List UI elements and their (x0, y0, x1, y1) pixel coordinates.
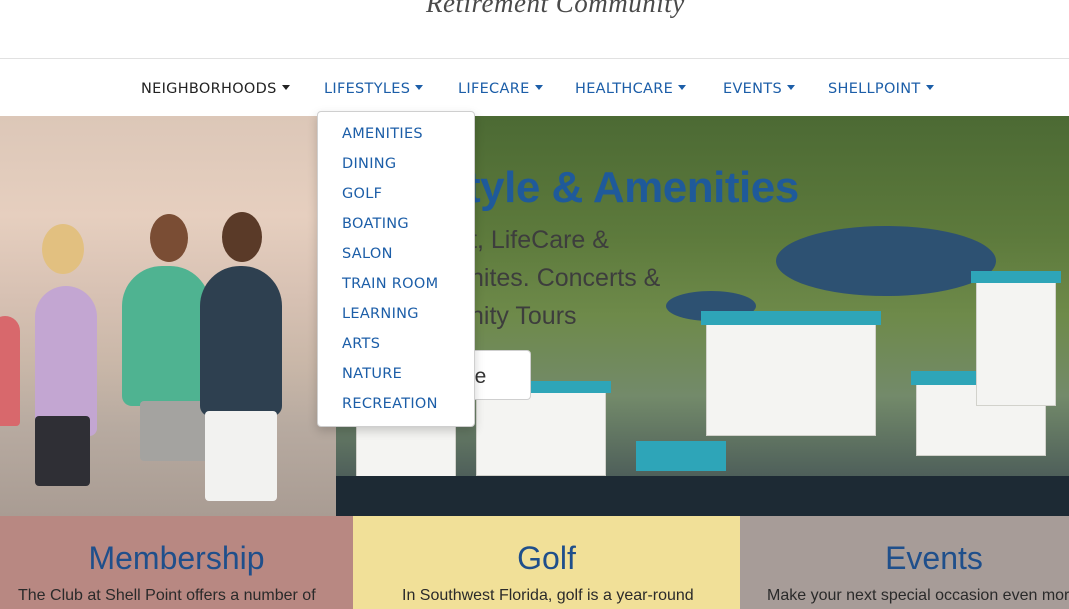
card-text: The Club at Shell Point offers a number … (18, 587, 316, 604)
card-text: Make your next special occasion even mor (767, 587, 1069, 604)
caret-down-icon (281, 85, 290, 90)
nav-label: HEALTHCARE (575, 81, 674, 97)
building-roof (971, 271, 1061, 283)
hero-photo-people (0, 116, 336, 516)
nav-shellpoint[interactable]: SHELLPOINT (828, 81, 934, 97)
person-head (222, 212, 262, 262)
dropdown-item-golf[interactable]: GOLF (342, 186, 382, 202)
nav-healthcare[interactable]: HEALTHCARE (575, 81, 687, 97)
person-figure (122, 266, 210, 406)
card-text: In Southwest Florida, golf is a year-rou… (402, 587, 694, 604)
dropdown-item-nature[interactable]: NATURE (342, 366, 402, 382)
hero-text-line: nity Tours (470, 302, 577, 330)
caret-down-icon (678, 85, 687, 90)
person-head (150, 214, 188, 262)
dropdown-item-recreation[interactable]: RECREATION (342, 396, 438, 412)
dropdown-item-amenities[interactable]: AMENITIES (342, 126, 423, 142)
dropdown-item-train-room[interactable]: TRAIN ROOM (342, 276, 438, 292)
caret-down-icon (925, 85, 934, 90)
caret-down-icon (415, 85, 424, 90)
caret-down-icon (534, 85, 543, 90)
person-figure (35, 286, 97, 436)
hero-text-line: t, LifeCare & (470, 226, 609, 254)
hero-title: style & Amenities (442, 163, 799, 212)
card-events[interactable]: Events Make your next special occasion e… (740, 516, 1069, 609)
building-roof (701, 311, 881, 325)
person-figure (0, 316, 20, 426)
lifestyles-dropdown: AMENITIES DINING GOLF BOATING SALON TRAI… (317, 111, 475, 427)
nav-label: LIFESTYLES (324, 81, 411, 97)
card-title[interactable]: Golf (353, 540, 740, 577)
card-title[interactable]: Membership (0, 540, 353, 577)
building-roof (636, 441, 726, 471)
card-membership[interactable]: Membership The Club at Shell Point offer… (0, 516, 353, 609)
building (706, 316, 876, 436)
lake (776, 226, 996, 296)
logo-area: Retirement Community (0, 0, 1069, 58)
logo-text[interactable]: Retirement Community (426, 0, 685, 19)
nav-label: NEIGHBORHOODS (141, 81, 277, 97)
nav-label: EVENTS (723, 81, 782, 97)
nav-lifestyles[interactable]: LIFESTYLES (324, 81, 424, 97)
nav-label: SHELLPOINT (828, 81, 921, 97)
dropdown-item-salon[interactable]: SALON (342, 246, 393, 262)
person-figure (200, 266, 282, 416)
hero-banner: style & Amenities t, LifeCare & nites. C… (0, 116, 1069, 516)
building (976, 276, 1056, 406)
caret-down-icon (786, 85, 795, 90)
person-head (42, 224, 84, 274)
card-golf[interactable]: Golf In Southwest Florida, golf is a yea… (353, 516, 740, 609)
hero-text-line: nites. Concerts & (470, 264, 661, 292)
nav-events[interactable]: EVENTS (723, 81, 795, 97)
dropdown-item-learning[interactable]: LEARNING (342, 306, 419, 322)
waterfront (336, 476, 1069, 516)
main-nav: NEIGHBORHOODS LIFESTYLES LIFECARE HEALTH… (0, 58, 1069, 116)
nav-neighborhoods[interactable]: NEIGHBORHOODS (141, 81, 290, 97)
person-figure (140, 401, 210, 461)
nav-label: LIFECARE (458, 81, 530, 97)
person-figure (205, 411, 277, 501)
card-title[interactable]: Events (740, 540, 1069, 577)
dropdown-item-dining[interactable]: DINING (342, 156, 396, 172)
nav-lifecare[interactable]: LIFECARE (458, 81, 543, 97)
dropdown-item-arts[interactable]: ARTS (342, 336, 380, 352)
person-figure (35, 416, 90, 486)
dropdown-item-boating[interactable]: BOATING (342, 216, 409, 232)
